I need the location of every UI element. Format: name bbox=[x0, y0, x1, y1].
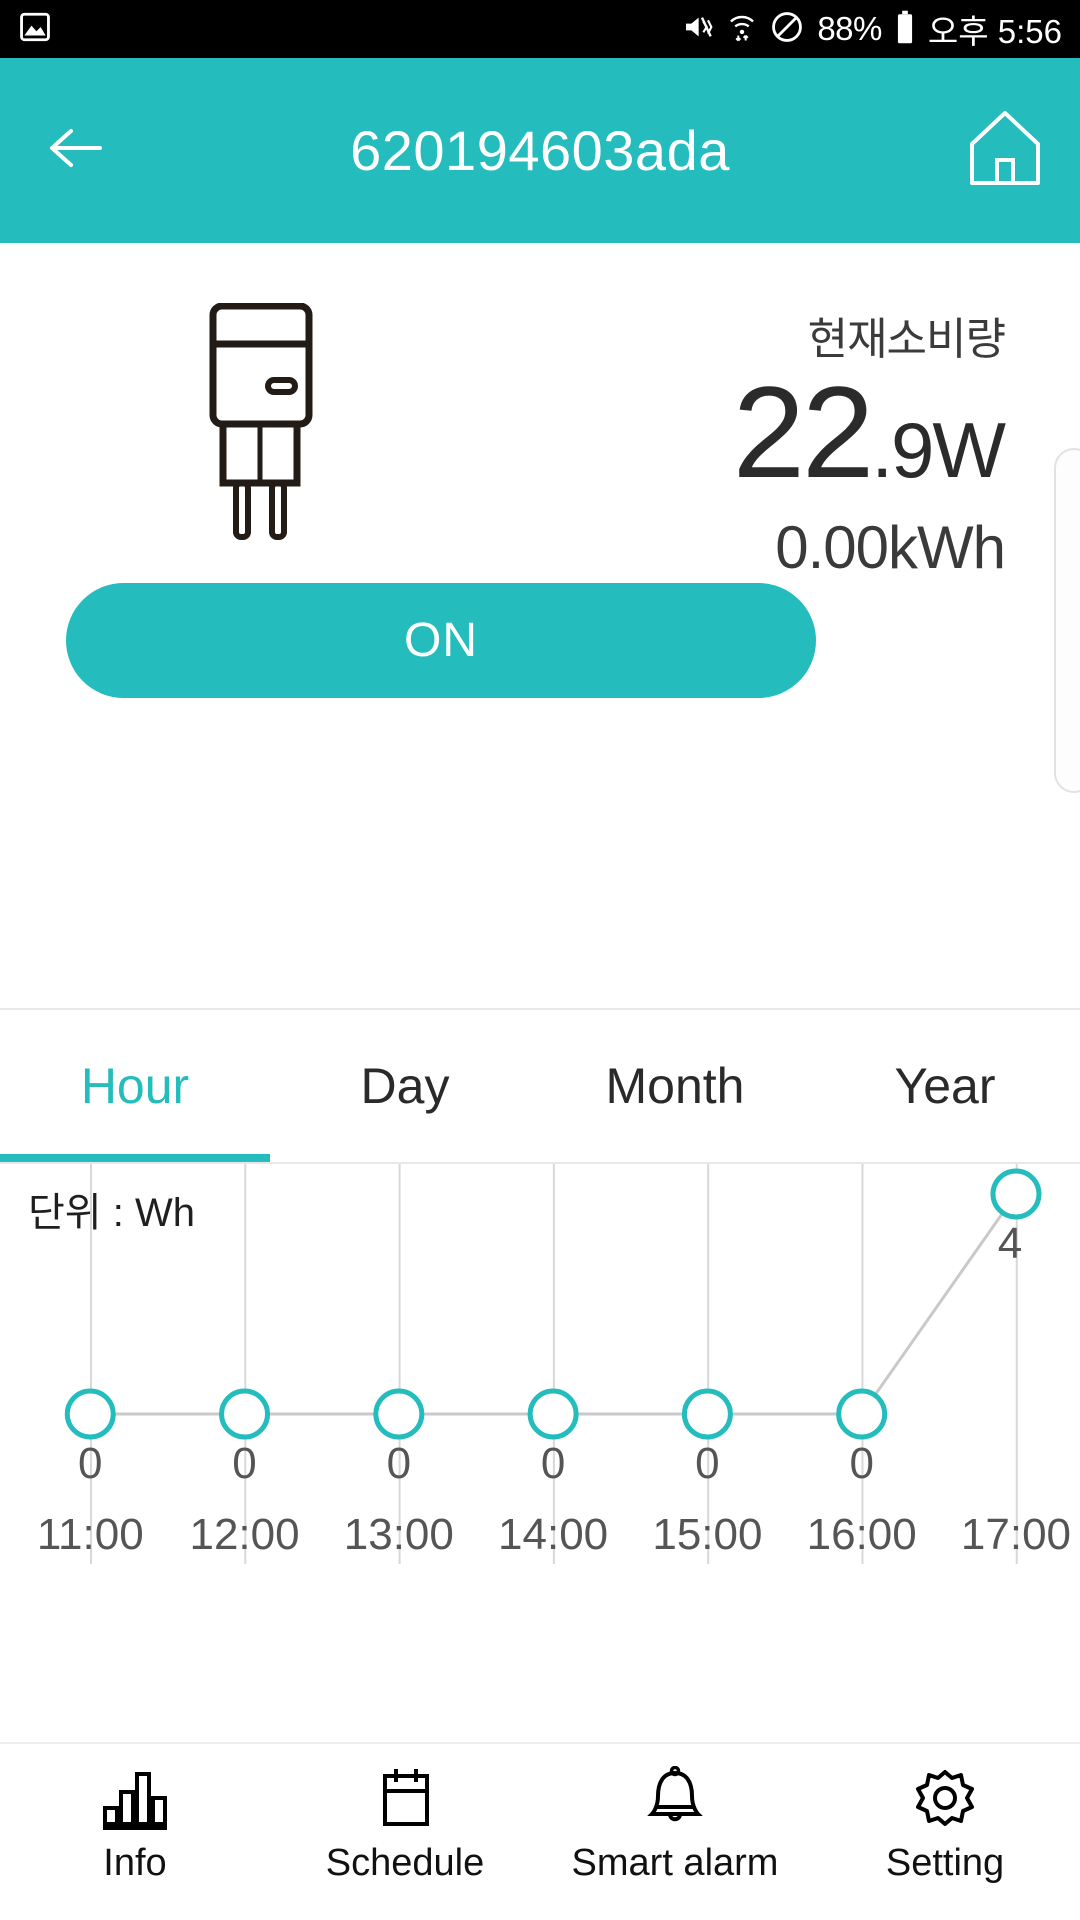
gear-icon bbox=[909, 1762, 981, 1836]
chart-data-point[interactable] bbox=[681, 1388, 733, 1440]
bar-chart-icon bbox=[99, 1762, 171, 1836]
nav-item-info[interactable]: Info bbox=[0, 1762, 270, 1885]
chart-point-label: 0 bbox=[849, 1439, 873, 1488]
tab-month[interactable]: Month bbox=[540, 1010, 810, 1162]
power-decimal: .9 bbox=[871, 406, 934, 494]
tab-day[interactable]: Day bbox=[270, 1010, 540, 1162]
nav-label-info: Info bbox=[103, 1842, 167, 1884]
tab-year[interactable]: Year bbox=[810, 1010, 1080, 1162]
power-plug-icon bbox=[165, 302, 355, 545]
chart-data-point[interactable] bbox=[219, 1388, 271, 1440]
nav-item-schedule[interactable]: Schedule bbox=[270, 1762, 540, 1885]
chart-point-label: 0 bbox=[232, 1439, 256, 1488]
bell-icon bbox=[639, 1762, 711, 1836]
nav-label-schedule: Schedule bbox=[325, 1842, 485, 1884]
energy-total-value: 0.00kWh bbox=[775, 513, 1006, 581]
bottom-navigation: Info Schedule Smart alarm Setting bbox=[0, 1742, 1080, 1920]
consumption-readout: 현재소비량 22.9W 0.00kWh bbox=[733, 303, 1006, 582]
chart-point-label: 4 bbox=[998, 1219, 1022, 1268]
period-tabs: Hour Day Month Year bbox=[0, 1008, 1080, 1164]
side-card-peek bbox=[1054, 448, 1080, 793]
chart-x-label: 11:00 bbox=[37, 1510, 144, 1559]
wifi-icon bbox=[727, 11, 757, 48]
chart-data-point[interactable] bbox=[836, 1388, 888, 1440]
nav-item-smart-alarm[interactable]: Smart alarm bbox=[540, 1762, 810, 1885]
chart-x-label: 12:00 bbox=[189, 1510, 299, 1559]
chart-x-label: 15:00 bbox=[652, 1510, 762, 1559]
app-root: 88% 오후 5:56 620194603ada 현재소비량 22.9W 0.0… bbox=[0, 0, 1080, 1920]
chart-point-label: 0 bbox=[695, 1439, 719, 1488]
nav-label-smart-alarm: Smart alarm bbox=[571, 1842, 779, 1884]
device-panel: ON 현재소비량 22.9W 0.00kWh ON bbox=[0, 243, 1080, 1008]
current-power-value: 22.9W bbox=[733, 367, 1006, 497]
app-header: 620194603ada bbox=[0, 58, 1080, 243]
chart-data-point[interactable] bbox=[527, 1388, 579, 1440]
home-icon bbox=[966, 108, 1044, 193]
status-bar-clock: 오후 5:56 bbox=[927, 13, 1062, 50]
plug-status-block: ON bbox=[160, 302, 360, 627]
chart-data-point[interactable] bbox=[64, 1388, 116, 1440]
page-title: 620194603ada bbox=[350, 119, 730, 182]
do-not-disturb-icon bbox=[770, 10, 804, 49]
chart-point-label: 0 bbox=[387, 1439, 411, 1488]
tab-hour[interactable]: Hour bbox=[0, 1010, 270, 1162]
chart-x-label: 16:00 bbox=[807, 1510, 917, 1559]
chart-point-label: 0 bbox=[541, 1439, 565, 1488]
status-bar: 88% 오후 5:56 bbox=[0, 0, 1080, 58]
status-bar-right: 88% 오후 5:56 bbox=[682, 5, 1062, 53]
chart-x-label: 17:00 bbox=[961, 1510, 1071, 1559]
back-button[interactable] bbox=[0, 124, 150, 177]
chart-data-point[interactable] bbox=[373, 1388, 425, 1440]
battery-icon bbox=[895, 10, 915, 49]
usage-chart[interactable]: 단위 : Wh 0 0 0 0 0 0 4 11:00 12:00 13:00 14:00 15:00… bbox=[0, 1164, 1080, 1724]
image-icon bbox=[18, 10, 52, 49]
chart-x-label: 13:00 bbox=[344, 1510, 454, 1559]
status-bar-left bbox=[18, 10, 52, 49]
power-integer: 22 bbox=[732, 359, 875, 505]
nav-label-setting: Setting bbox=[885, 1842, 1005, 1884]
chart-x-label: 14:00 bbox=[498, 1510, 608, 1559]
back-arrow-icon bbox=[44, 124, 106, 177]
power-unit: W bbox=[932, 406, 1006, 494]
chart-data-point[interactable] bbox=[990, 1168, 1042, 1220]
chart-point-label: 0 bbox=[78, 1439, 102, 1488]
calendar-icon bbox=[369, 1762, 441, 1836]
consumption-label: 현재소비량 bbox=[807, 315, 1006, 364]
chart-canvas: 0 0 0 0 0 0 4 11:00 12:00 13:00 14:00 15:00 16:00 17:… bbox=[37, 1164, 1071, 1564]
nav-item-setting[interactable]: Setting bbox=[810, 1762, 1080, 1885]
battery-percent: 88% bbox=[817, 10, 882, 47]
power-toggle-button[interactable]: ON bbox=[66, 583, 816, 698]
vibrate-mute-icon bbox=[682, 11, 714, 48]
home-button[interactable] bbox=[930, 108, 1080, 193]
